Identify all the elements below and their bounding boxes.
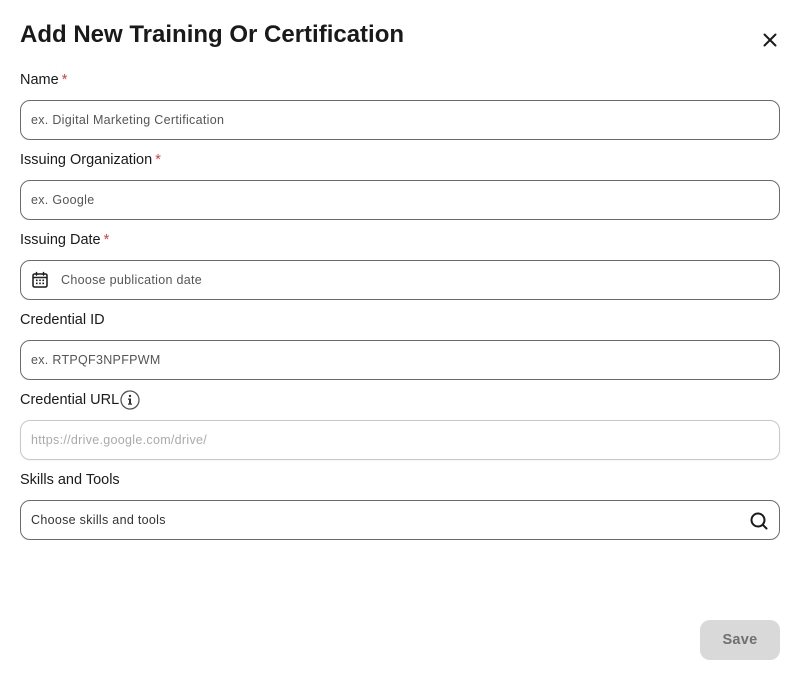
dialog-title: Add New Training Or Certification bbox=[20, 21, 405, 48]
name-input[interactable] bbox=[31, 101, 779, 139]
name-label-text: Name bbox=[20, 72, 59, 88]
issuing-date-input[interactable] bbox=[61, 261, 779, 299]
issuing-org-input[interactable] bbox=[31, 181, 779, 219]
credential-url-label: Credential URL bbox=[20, 390, 140, 410]
issuing-org-field[interactable] bbox=[20, 180, 780, 220]
issuing-date-field[interactable] bbox=[20, 260, 780, 300]
credential-url-field[interactable] bbox=[20, 420, 780, 460]
close-icon bbox=[763, 33, 777, 47]
search-icon[interactable] bbox=[749, 511, 769, 531]
credential-id-input[interactable] bbox=[31, 341, 779, 379]
add-certification-dialog: Add New Training Or Certification Name * … bbox=[0, 0, 800, 680]
calendar-icon bbox=[32, 271, 48, 288]
skills-label: Skills and Tools bbox=[20, 470, 120, 490]
issuing-org-label: Issuing Organization * bbox=[20, 150, 161, 170]
skills-label-text: Skills and Tools bbox=[20, 472, 120, 488]
skills-field[interactable] bbox=[20, 500, 780, 540]
required-mark: * bbox=[155, 152, 161, 168]
info-icon[interactable] bbox=[120, 390, 140, 410]
credential-id-label-text: Credential ID bbox=[20, 312, 105, 328]
name-field[interactable] bbox=[20, 100, 780, 140]
issuing-org-label-text: Issuing Organization bbox=[20, 152, 153, 168]
close-button[interactable] bbox=[760, 30, 780, 50]
issuing-date-label-text: Issuing Date bbox=[20, 232, 101, 248]
credential-id-field[interactable] bbox=[20, 340, 780, 380]
credential-id-label: Credential ID bbox=[20, 310, 105, 330]
skills-input[interactable] bbox=[31, 501, 779, 539]
required-mark: * bbox=[103, 232, 110, 248]
required-mark: * bbox=[61, 72, 68, 88]
credential-url-label-text: Credential URL bbox=[20, 392, 120, 408]
name-label: Name * bbox=[20, 70, 67, 90]
save-button[interactable]: Save bbox=[700, 620, 780, 660]
issuing-date-label: Issuing Date * bbox=[20, 230, 109, 250]
credential-url-input[interactable] bbox=[31, 421, 779, 459]
